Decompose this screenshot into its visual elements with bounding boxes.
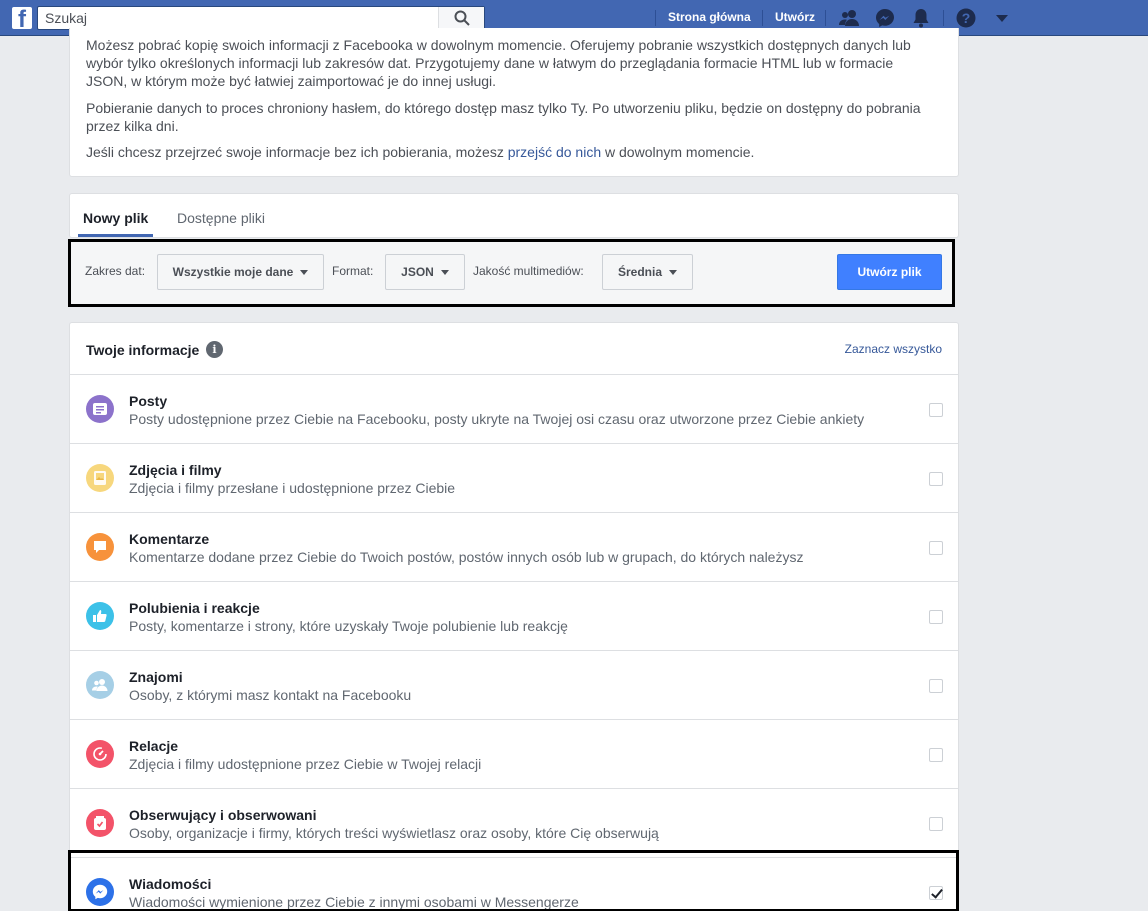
tab-available-files[interactable]: Dostępne pliki bbox=[177, 210, 265, 226]
list-item-messages[interactable]: Wiadomości Wiadomości wymienione przez C… bbox=[70, 858, 958, 911]
home-link[interactable]: Strona główna bbox=[668, 10, 751, 24]
intro-paragraph: Jeśli chcesz przejrzeć swoje informacje … bbox=[86, 144, 755, 160]
list-item-friends[interactable]: Znajomi Osoby, z którymi masz kontakt na… bbox=[70, 651, 958, 720]
item-checkbox[interactable] bbox=[929, 403, 943, 417]
item-title: Znajomi bbox=[129, 669, 183, 685]
format-dropdown[interactable]: JSON bbox=[385, 254, 465, 290]
item-description: Posty, komentarze i strony, które uzyska… bbox=[129, 618, 568, 634]
nav-divider bbox=[762, 10, 763, 26]
item-checkbox[interactable] bbox=[929, 541, 943, 555]
list-item-photos[interactable]: Zdjęcia i filmy Zdjęcia i filmy przesłan… bbox=[70, 444, 958, 513]
your-information-header: Twoje informacje i Zaznacz wszystko bbox=[70, 323, 958, 375]
date-range-dropdown[interactable]: Wszystkie moje dane bbox=[157, 254, 324, 290]
photos-icon bbox=[86, 464, 114, 492]
help-icon[interactable]: ? bbox=[955, 7, 977, 29]
item-checkbox[interactable] bbox=[929, 610, 943, 624]
item-checkbox-checked[interactable] bbox=[929, 886, 943, 900]
media-quality-label: Jakość multimediów: bbox=[473, 264, 584, 278]
tabs-bar: Nowy plik Dostępne pliki bbox=[69, 193, 959, 238]
posts-icon bbox=[86, 395, 114, 423]
item-title: Wiadomości bbox=[129, 876, 212, 892]
item-title: Komentarze bbox=[129, 531, 210, 547]
intro-paragraph: Pobieranie danych to proces chroniony ha… bbox=[86, 100, 921, 134]
item-description: Zdjęcia i filmy udostępnione przez Ciebi… bbox=[129, 756, 482, 772]
format-label: Format: bbox=[332, 264, 374, 278]
search-icon bbox=[454, 10, 470, 26]
view-info-link[interactable]: przejść do nich bbox=[508, 144, 601, 160]
item-title: Polubienia i reakcje bbox=[129, 600, 260, 616]
caret-down-icon bbox=[300, 269, 309, 275]
date-range-label: Zakres dat: bbox=[85, 264, 146, 278]
list-item-comments[interactable]: Komentarze Komentarze dodane przez Ciebi… bbox=[70, 513, 958, 582]
stories-icon bbox=[86, 740, 114, 768]
info-icon[interactable]: i bbox=[206, 341, 223, 358]
nav-divider bbox=[943, 10, 944, 26]
search-box bbox=[37, 6, 485, 30]
item-title: Obserwujący i obserwowani bbox=[129, 807, 317, 823]
nav-divider bbox=[655, 10, 656, 26]
messenger-icon bbox=[86, 878, 114, 906]
item-title: Posty bbox=[129, 393, 168, 409]
item-description: Osoby, z którymi masz kontakt na Faceboo… bbox=[129, 687, 412, 703]
search-button[interactable] bbox=[438, 7, 484, 29]
your-information-card: Twoje informacje i Zaznacz wszystko Post… bbox=[69, 322, 959, 911]
item-description: Wiadomości wymienione przez Ciebie z inn… bbox=[129, 894, 579, 910]
select-all-link[interactable]: Zaznacz wszystko bbox=[845, 342, 942, 356]
create-link[interactable]: Utwórz bbox=[775, 10, 815, 24]
item-checkbox[interactable] bbox=[929, 472, 943, 486]
svg-text:?: ? bbox=[962, 10, 971, 26]
like-icon bbox=[86, 602, 114, 630]
download-options-bar: Zakres dat: Wszystkie moje dane Format: … bbox=[68, 239, 955, 307]
item-checkbox[interactable] bbox=[929, 817, 943, 831]
item-description: Posty udostępnione przez Ciebie na Faceb… bbox=[129, 411, 865, 427]
item-description: Osoby, organizacje i firmy, których treś… bbox=[129, 825, 659, 841]
item-title: Relacje bbox=[129, 738, 179, 754]
intro-card: Możesz pobrać kopię swoich informacji z … bbox=[69, 28, 959, 177]
messenger-icon[interactable] bbox=[874, 7, 896, 29]
item-title: Zdjęcia i filmy bbox=[129, 462, 222, 478]
item-description: Komentarze dodane przez Ciebie do Twoich… bbox=[129, 549, 804, 565]
create-file-button[interactable]: Utwórz plik bbox=[837, 254, 942, 290]
active-tab-indicator bbox=[78, 234, 153, 237]
list-item-posts[interactable]: Posty Posty udostępnione przez Ciebie na… bbox=[70, 375, 958, 444]
item-checkbox[interactable] bbox=[929, 679, 943, 693]
intro-paragraph: Możesz pobrać kopię swoich informacji z … bbox=[86, 37, 911, 89]
facebook-logo-icon[interactable]: f bbox=[12, 7, 32, 29]
tab-new-file[interactable]: Nowy plik bbox=[83, 210, 148, 226]
friends-icon[interactable] bbox=[838, 7, 860, 29]
list-item-followers[interactable]: Obserwujący i obserwowani Osoby, organiz… bbox=[70, 789, 958, 858]
section-title: Twoje informacje bbox=[86, 342, 200, 358]
item-checkbox[interactable] bbox=[929, 748, 943, 762]
notifications-icon[interactable] bbox=[910, 7, 932, 29]
item-description: Zdjęcia i filmy przesłane i udostępnione… bbox=[129, 480, 456, 496]
nav-divider bbox=[825, 10, 826, 26]
followers-icon bbox=[86, 809, 114, 837]
media-quality-dropdown[interactable]: Średnia bbox=[602, 254, 693, 290]
list-item-stories[interactable]: Relacje Zdjęcia i filmy udostępnione prz… bbox=[70, 720, 958, 789]
caret-down-icon bbox=[669, 269, 677, 275]
account-menu-icon[interactable] bbox=[991, 7, 1013, 29]
list-item-likes[interactable]: Polubienia i reakcje Posty, komentarze i… bbox=[70, 582, 958, 651]
caret-down-icon bbox=[440, 269, 449, 275]
comment-icon bbox=[86, 533, 114, 561]
search-input[interactable] bbox=[38, 7, 438, 29]
friends-icon bbox=[86, 671, 114, 699]
